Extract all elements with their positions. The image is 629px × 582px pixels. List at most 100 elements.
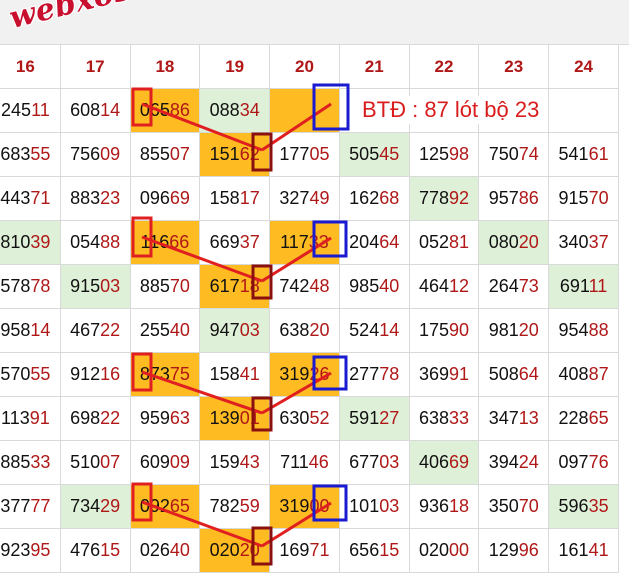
number-prefix: 264 (488, 276, 519, 296)
number-prefix: 228 (558, 408, 589, 428)
number-prefix: 052 (418, 232, 449, 252)
result-cell: 16141 (548, 528, 619, 573)
number-prefix: 394 (488, 452, 519, 472)
number-last-two: 17 (239, 188, 260, 208)
number-last-two: 22 (100, 408, 121, 428)
number-prefix: 656 (349, 540, 380, 560)
result-cell: 47615 (59, 528, 131, 573)
number-prefix: 608 (70, 100, 101, 120)
number-prefix: 101 (349, 496, 380, 516)
number-last-two: 14 (379, 320, 400, 340)
result-cell: 46722 (59, 308, 131, 353)
number-prefix: 915 (70, 276, 101, 296)
number-prefix: 885 (139, 276, 170, 296)
number-last-two: 00 (448, 540, 470, 560)
number-last-two: 05 (309, 144, 330, 164)
number-last-two: 12 (448, 276, 470, 296)
result-cell: 69822 (59, 396, 131, 441)
number-prefix: 026 (139, 540, 170, 560)
number-prefix: 129 (488, 540, 519, 560)
number-last-two: 14 (100, 100, 121, 120)
result-cell: 63052 (269, 396, 340, 441)
number-prefix: 873 (139, 364, 170, 384)
number-prefix: 957 (488, 188, 519, 208)
number-last-two: 13 (518, 408, 539, 428)
result-cell: 65615 (338, 528, 410, 573)
number-prefix: 161 (558, 540, 589, 560)
number-last-two: 48 (309, 276, 330, 296)
table-row: 92395 47615 02640 02020 16971 65615 02000 12996… (0, 528, 619, 573)
result-cell: 74248 (269, 264, 340, 309)
number-last-two: 33 (308, 232, 329, 252)
result-cell: 40887 (548, 352, 619, 397)
result-cell: 17590 (408, 308, 480, 353)
number-prefix: 591 (349, 408, 380, 428)
result-cell: 12996 (478, 528, 550, 573)
number-last-two: 24 (518, 452, 539, 472)
number-prefix: 117 (280, 232, 309, 252)
result-cell: 09669 (129, 176, 201, 221)
number-prefix: 097 (558, 452, 589, 472)
number-last-two: 37 (239, 232, 260, 252)
column-header: 19 (199, 44, 271, 89)
result-cell: 73429 (59, 484, 131, 529)
number-prefix: 923 (0, 540, 31, 560)
result-cell (548, 88, 619, 133)
result-cell: 91570 (548, 176, 619, 221)
number-last-two: 14 (30, 320, 51, 340)
result-cell: 92395 (0, 528, 61, 573)
result-cell: 05281 (408, 220, 480, 265)
number-prefix: 510 (70, 452, 101, 472)
result-cell: 15841 (199, 352, 271, 397)
number-last-two: 46 (308, 452, 329, 472)
number-last-two: 65 (588, 408, 609, 428)
number-last-two: 95 (30, 540, 51, 560)
number-last-two: 29 (100, 496, 121, 516)
result-cell: 61718 (199, 264, 271, 309)
number-last-two: 01 (239, 408, 260, 428)
number-prefix: 524 (349, 320, 380, 340)
result-cell: 15817 (199, 176, 271, 221)
result-cell: 63820 (269, 308, 340, 353)
number-prefix: 609 (139, 452, 170, 472)
number-last-two: 77 (30, 496, 51, 516)
number-last-two: 59 (239, 496, 260, 516)
number-last-two: 03 (379, 452, 400, 472)
number-last-two: 49 (309, 188, 330, 208)
table-body: 24511 60814 06586 08834 68355 75609 85507 15162… (0, 88, 619, 573)
number-last-two: 37 (588, 232, 609, 252)
number-last-two: 71 (30, 188, 51, 208)
number-prefix: 054 (70, 232, 101, 252)
prediction-note: BTĐ : 87 lót bộ 23 (362, 96, 540, 124)
number-last-two: 64 (518, 364, 539, 384)
result-cell: 12598 (408, 132, 480, 177)
number-prefix: 319 (279, 364, 310, 384)
number-last-two: 34 (239, 100, 260, 120)
result-cell: 39424 (478, 440, 550, 485)
number-prefix: 810 (0, 232, 31, 252)
result-cell: 34713 (478, 396, 550, 441)
result-cell: 88570 (129, 264, 201, 309)
result-cell: 75074 (478, 132, 550, 177)
result-cell: 11666 (129, 220, 201, 265)
number-last-two: 41 (239, 364, 260, 384)
number-last-two: 43 (239, 452, 260, 472)
number-prefix: 158 (209, 188, 240, 208)
number-last-two: 91 (29, 408, 50, 428)
number-last-two: 45 (379, 144, 400, 164)
number-last-two: 75 (169, 364, 190, 384)
result-cell: 50545 (338, 132, 410, 177)
number-last-two: 16 (100, 364, 121, 384)
result-cell: 78259 (199, 484, 271, 529)
number-prefix: 578 (0, 276, 31, 296)
number-prefix: 570 (0, 364, 31, 384)
result-cell: 88533 (0, 440, 61, 485)
number-last-two: 09 (169, 452, 190, 472)
result-cell: 15943 (199, 440, 271, 485)
table-row: 57055 91216 87375 15841 31926 27778 36991 50864… (0, 352, 619, 397)
number-prefix: 169 (279, 540, 310, 560)
result-cell: 22865 (548, 396, 619, 441)
number-last-two: 35 (588, 496, 609, 516)
number-prefix: 885 (0, 452, 31, 472)
result-cell: 71146 (269, 440, 340, 485)
